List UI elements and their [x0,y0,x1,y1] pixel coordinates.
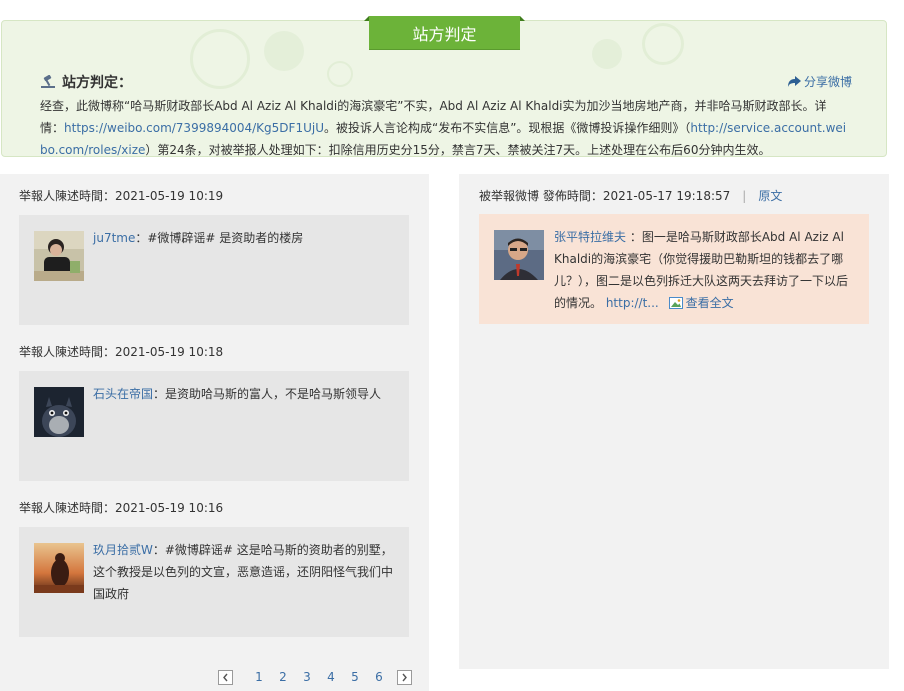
reported-weibo-card: 张平特拉维夫 ：图一是哈马斯财政部长Abd Al Aziz Al Khaldi的… [479,214,869,324]
avatar[interactable] [34,543,84,593]
weibo-detail-link[interactable]: https://weibo.com/7399894004/Kg5DF1UjU [64,121,324,135]
share-arrow-icon [788,76,801,87]
reported-username[interactable]: 张平特拉维夫 [554,230,626,244]
report-content: ：是资助哈马斯的富人，不是哈马斯领导人 [153,387,382,401]
share-weibo-label: 分享微博 [804,75,853,89]
chevron-right-icon [402,673,407,681]
separator: | [742,189,747,203]
avatar[interactable] [34,231,84,281]
report-text: ju7tme：#微博辟谣# 是资助者的楼房 [93,227,393,249]
report-content: ：#微博辟谣# 是资助者的楼房 [135,231,304,245]
user-avatar-image [34,543,84,593]
reporter-meta: 举報人陳述時間：2021-05-19 10:18 [19,345,224,359]
page-number-link[interactable]: 1 [247,670,271,684]
avatar[interactable] [34,387,84,437]
reporter-username[interactable]: ju7tme [93,231,135,245]
gavel-icon [41,75,55,88]
report-text: 玖月拾贰W：#微博辟谣# 这是哈马斯的资助者的别墅，这个教授是以色列的文宣，恶意… [93,539,393,605]
verdict-body: 经查，此微博称“哈马斯财政部长Abd Al Aziz Al Khaldi的海滨豪… [40,95,848,157]
report-card: 玖月拾贰W：#微博辟谣# 这是哈马斯的资助者的别墅，这个教授是以色列的文宣，恶意… [19,527,409,637]
avatar[interactable] [494,230,544,280]
reporter-meta: 举報人陳述時間：2021-05-19 10:16 [19,501,224,515]
reporter-username[interactable]: 石头在帝国 [93,387,153,401]
verdict-text-mid: 。被投诉人言论构成“发布不实信息”。现根据《微博投诉操作细则》（ [323,121,691,135]
pagination: 1 2 3 4 5 6 [218,668,412,686]
page-number-link[interactable]: 3 [295,670,319,684]
page-number-link[interactable]: 6 [367,670,391,684]
reported-weibo-meta: 被举報微博 發佈時間：2021-05-17 19:18:57 | 原文 [479,187,782,204]
decorative-bubble [264,31,304,71]
reported-weibo-text: 张平特拉维夫 ：图一是哈马斯财政部长Abd Al Aziz Al Khaldi的… [554,226,859,314]
publish-time: 被举報微博 發佈時間：2021-05-17 19:18:57 [479,189,731,203]
view-full-text-link[interactable]: 查看全文 [668,296,734,310]
reporter-username[interactable]: 玖月拾贰W [93,543,153,557]
short-url-link[interactable]: http://t... [606,296,659,310]
report-card: ju7tme：#微博辟谣# 是资助者的楼房 [19,215,409,325]
image-icon [668,297,683,309]
decorative-bubble [327,61,353,87]
user-avatar-image [34,231,84,281]
verdict-heading: 站方判定： [40,72,132,92]
chevron-left-icon [223,673,228,681]
user-avatar-image [494,230,544,280]
ribbon-fold [520,16,525,21]
page-number-link[interactable]: 4 [319,670,343,684]
report-card: 石头在帝国：是资助哈马斯的富人，不是哈马斯领导人 [19,371,409,481]
decorative-bubble [190,29,250,89]
decorative-bubble [642,23,684,65]
share-weibo-link[interactable]: 分享微博 [788,73,852,90]
verdict-text-post: ）第24条，对被举报人处理如下：扣除信用历史分15分，禁言7天、禁被关注7天。上… [145,143,771,157]
decorative-bubble [592,39,622,69]
next-page-button[interactable] [397,669,412,685]
view-full-text-label: 查看全文 [685,296,734,310]
verdict-title-ribbon: 站方判定 [369,16,520,49]
verdict-heading-label: 站方判定： [62,75,132,91]
original-post-link[interactable]: 原文 [758,189,782,203]
report-text: 石头在帝国：是资助哈马斯的富人，不是哈马斯领导人 [93,383,393,405]
user-avatar-image [34,387,84,437]
page-number-link[interactable]: 2 [271,670,295,684]
prev-page-button[interactable] [218,669,233,685]
reporter-meta: 举報人陳述時間：2021-05-19 10:19 [19,189,224,203]
page-number-link[interactable]: 5 [343,670,367,684]
